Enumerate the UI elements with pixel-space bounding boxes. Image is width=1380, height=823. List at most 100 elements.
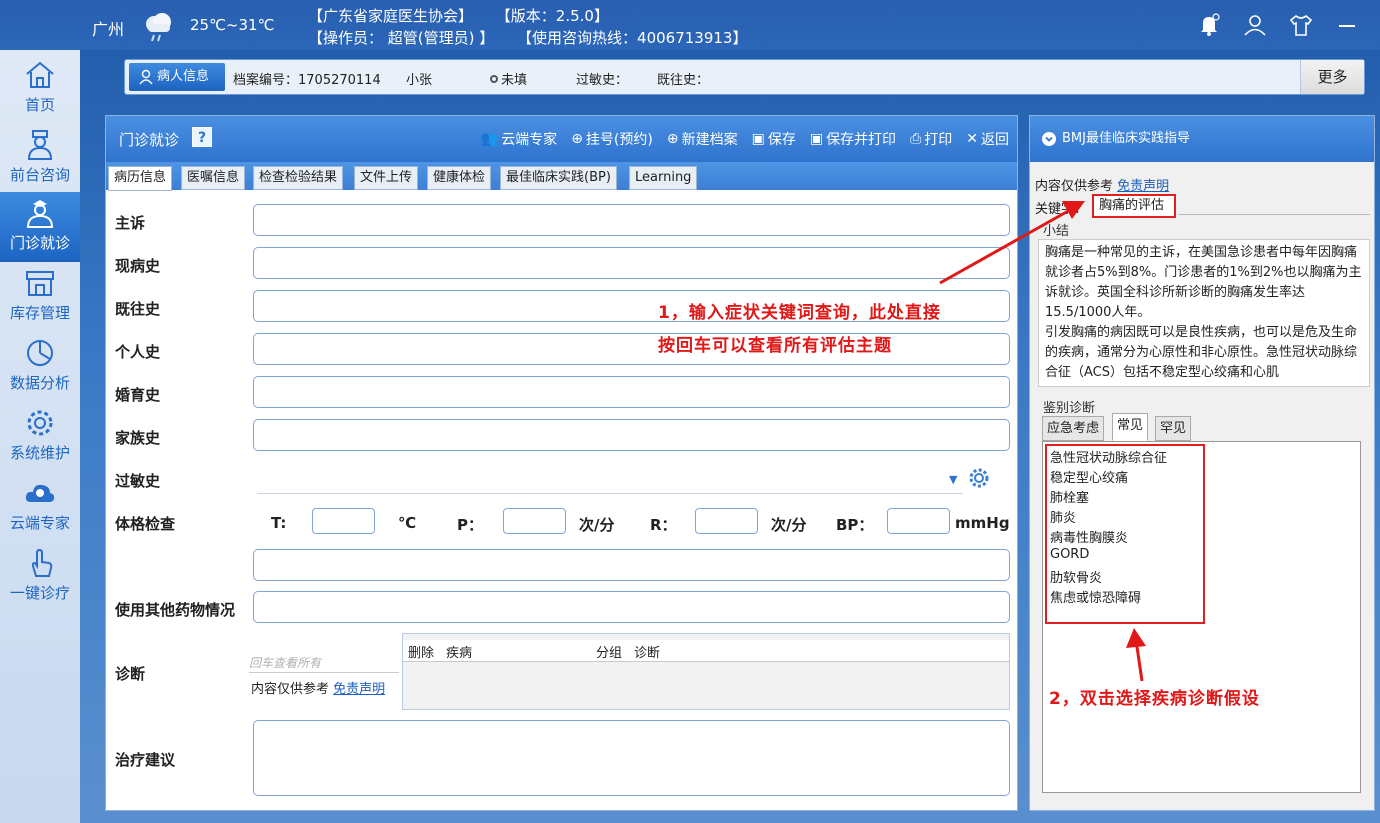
save-button[interactable]: ▣ 保存	[752, 129, 796, 149]
annotation-step1-line2: 按回车可以查看所有评估主题	[658, 336, 892, 356]
tab-rare[interactable]: 罕见	[1155, 416, 1192, 441]
keyword-input[interactable]: 胸痛的评估	[1092, 194, 1176, 218]
top-icons	[1196, 12, 1360, 38]
bmj-disclaimer: 内容仅供参考 免责声明	[1035, 175, 1169, 194]
sidebar-item-reception[interactable]: 前台咨询	[0, 124, 80, 194]
sidebar-item-label: 首页	[24, 96, 55, 114]
sidebar-item-maintenance[interactable]: 系统维护	[0, 402, 80, 472]
new-record-button[interactable]: ⊕ 新建档案	[667, 129, 738, 149]
register-button[interactable]: ⊕ 挂号(预约)	[571, 129, 653, 149]
column-header: 疾病	[446, 646, 473, 661]
bp-unit: mmHg	[955, 514, 1010, 532]
patient-info-tab[interactable]: 病人信息	[129, 63, 225, 91]
hotline-label: 【使用咨询热线：4006713913】	[517, 29, 748, 47]
respiration-input[interactable]	[695, 508, 758, 534]
record-tabs: 病历信息 医嘱信息 检查检验结果 文件上传 健康体检 最佳临床实践(BP) Le…	[106, 162, 1017, 191]
bell-icon[interactable]	[1196, 12, 1222, 38]
person-icon	[139, 69, 153, 85]
tab-lab-results[interactable]: 检查检验结果	[253, 166, 344, 190]
keyword-label: 关键字：	[1035, 202, 1088, 217]
bp-label: BP：	[836, 516, 874, 534]
physical-exam-label: 体格检查	[115, 515, 176, 533]
exam-notes-input[interactable]	[253, 549, 1010, 581]
home-icon	[26, 61, 54, 88]
respiration-label: R：	[650, 516, 677, 534]
action-label: 挂号(预约)	[585, 132, 653, 148]
diagnosis-search-input[interactable]: 回车查看所有	[249, 654, 321, 671]
tab-emergency[interactable]: 应急考虑	[1042, 416, 1105, 441]
treatment-input[interactable]	[253, 720, 1010, 796]
annotation-step2: 2，双击选择疾病诊断假设	[1049, 689, 1260, 709]
column-header: 分组	[596, 646, 623, 661]
marital-history-label: 婚育史	[115, 386, 161, 404]
sidebar-item-label: 一键诊疗	[9, 584, 70, 602]
tab-orders[interactable]: 医嘱信息	[181, 166, 246, 190]
cloud-expert-button[interactable]: 👥 云端专家	[481, 129, 557, 149]
shirt-icon[interactable]	[1288, 12, 1314, 38]
sidebar-item-label: 数据分析	[9, 374, 70, 392]
allergy-select[interactable]	[257, 493, 963, 494]
tab-common[interactable]: 常见	[1112, 413, 1149, 441]
complaint-label: 主诉	[115, 214, 146, 232]
tab-health-check[interactable]: 健康体检	[427, 166, 492, 190]
save-print-button[interactable]: ▣ 保存并打印	[810, 129, 896, 149]
chevron-down-icon[interactable]: ▼	[949, 473, 957, 486]
gear-icon[interactable]	[968, 467, 990, 489]
past-history-label: 既往史	[115, 300, 161, 318]
temperature-input[interactable]	[312, 508, 375, 534]
operator-hotline-line: 【操作员： 超管(管理员) 】 【使用咨询热线：4006713913】	[308, 27, 765, 48]
treatment-label: 治疗建议	[115, 751, 176, 769]
minimize-icon[interactable]	[1334, 12, 1360, 38]
sidebar-item-inventory[interactable]: 库存管理	[0, 262, 80, 332]
store-icon	[26, 271, 54, 296]
keyword-underline	[1178, 214, 1370, 215]
more-button[interactable]: 更多	[1300, 60, 1364, 94]
sidebar-item-outpatient[interactable]: 门诊就诊	[0, 192, 80, 262]
bmj-header[interactable]: BMJ最佳临床实践指导	[1030, 116, 1374, 162]
floppy-icon: ▣	[809, 131, 824, 147]
patient-info-bar: 病人信息 档案编号：1705270114 小张 未填 过敏史： 既往史： 更多	[124, 59, 1365, 95]
sidebar-item-label: 前台咨询	[9, 166, 70, 184]
panel-header: 门诊就诊 ? 👥 云端专家 ⊕ 挂号(预约) ⊕ 新建档案 ▣ 保存 ▣ 保存并打印 ⎙ 打…	[106, 116, 1017, 162]
pulse-input[interactable]	[503, 508, 566, 534]
allergy-label: 过敏史	[115, 472, 161, 490]
sidebar-item-one-click[interactable]: 一键诊疗	[0, 542, 80, 612]
sidebar-item-home[interactable]: 首页	[0, 54, 80, 124]
pulse-label: P：	[457, 516, 483, 534]
personal-history-input[interactable]	[253, 333, 1010, 365]
respiration-unit: 次/分	[771, 516, 807, 534]
bp-input[interactable]	[887, 508, 950, 534]
other-drugs-label: 使用其他药物情况	[115, 601, 236, 619]
disclaimer-link[interactable]: 免责声明	[333, 682, 385, 697]
differential-list: 急性冠状动脉综合征 稳定型心绞痛 肺栓塞 肺炎 病毒性胸膜炎 GORD 肋软骨炎…	[1042, 441, 1361, 793]
status-dot-icon	[490, 75, 498, 83]
diagnosis-label: 诊断	[115, 665, 146, 683]
panel-title: 门诊就诊	[119, 131, 180, 149]
sidebar-item-analytics[interactable]: 数据分析	[0, 332, 80, 402]
present-history-input[interactable]	[253, 247, 1010, 279]
marital-history-input[interactable]	[253, 376, 1010, 408]
complaint-input[interactable]	[253, 204, 1010, 236]
history-summary: 既往史：	[657, 73, 710, 88]
record-number: 档案编号：1705270114	[233, 73, 381, 88]
fill-status: 未填	[501, 73, 528, 88]
help-button[interactable]: ?	[192, 127, 212, 147]
back-button[interactable]: ✕ 返回	[966, 129, 1009, 149]
tab-learning[interactable]: Learning	[629, 166, 698, 190]
disclaimer-link[interactable]: 免责声明	[1117, 179, 1169, 194]
summary-paragraph: 胸痛是一种常见的主诉，在美国急诊患者中每年因胸痛就诊者占5%到8%。门诊患者的1…	[1045, 245, 1362, 320]
temperature-label: T:	[271, 514, 287, 532]
user-icon[interactable]	[1242, 12, 1268, 38]
sidebar-item-cloud-expert[interactable]: 云端专家	[0, 472, 80, 542]
tab-best-practice[interactable]: 最佳临床实践(BP)	[500, 166, 617, 190]
printer-icon: ⎙	[910, 131, 922, 147]
patient-name: 小张	[406, 73, 433, 88]
personal-history-label: 个人史	[115, 343, 161, 361]
print-button[interactable]: ⎙ 打印	[910, 129, 952, 149]
touch-icon	[31, 548, 53, 577]
other-drugs-input[interactable]	[253, 591, 1010, 623]
family-history-input[interactable]	[253, 419, 1010, 451]
tab-record-info[interactable]: 病历信息	[108, 166, 173, 191]
tab-file-upload[interactable]: 文件上传	[354, 166, 419, 190]
pulse-unit: 次/分	[579, 516, 615, 534]
